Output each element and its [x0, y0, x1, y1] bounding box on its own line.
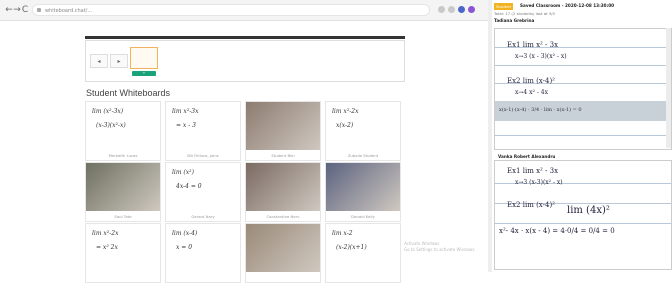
student-name-label: Constantine Nerv: [266, 214, 300, 219]
math-line: = x - 3: [176, 122, 196, 129]
student-card[interactable]: lim (x²-3x) (x-3)(x²-x) Meredith Lucas: [85, 101, 161, 161]
math-line: lim (x²-3x): [92, 108, 124, 115]
student-name-label: Zubalia Student: [347, 153, 379, 158]
activation-watermark: Activate Windows Go to Settings to activ…: [404, 241, 476, 253]
scrollbar[interactable]: [666, 28, 671, 148]
address-bar[interactable]: whiteboard.chat/...: [32, 4, 430, 16]
session-subtitle: Total: 17 (2 students) last at 3/0: [494, 11, 555, 16]
student-name-label: Donald Keily: [351, 214, 375, 219]
add-board-button[interactable]: +: [132, 71, 156, 76]
session-title: Saved Classroom - 2020-12-08 13:30:00: [520, 3, 615, 8]
math-line: lim (x-4): [172, 230, 198, 237]
pane-divider[interactable]: [488, 0, 492, 272]
student-name: Vanka Robert Alexandru: [498, 154, 556, 159]
extension-icon[interactable]: [448, 6, 455, 13]
board-preview: lim (x-4) x = 0: [166, 224, 240, 272]
student-card[interactable]: lim x²-2x = x² 2x: [85, 223, 161, 283]
math-line: x = 0: [176, 244, 193, 251]
board-thumbnail[interactable]: [130, 47, 158, 69]
student-card[interactable]: Constantine Nerv: [245, 162, 321, 222]
board-preview: lim x²-2x = x² 2x: [86, 224, 160, 272]
student-card[interactable]: lim x²-2x x(x-2) Zubalia Student: [325, 101, 401, 161]
board-preview: lim x-2 (x-2)(x+1): [326, 224, 400, 272]
student-card[interactable]: lim (x-4) x = 0: [165, 223, 241, 283]
profile-avatar[interactable]: [468, 6, 475, 13]
math-line: Ex1 lim x² - 3x: [507, 41, 559, 49]
reload-button[interactable]: C: [20, 4, 30, 16]
math-line: 4x-4 = 0: [176, 183, 202, 190]
student-board-1[interactable]: Ex1 lim x² - 3x x→3 (x - 3)(x² - x) Ex2 …: [494, 28, 672, 150]
math-line: lim x²-2x: [92, 230, 119, 237]
math-line: lim x-2: [332, 230, 353, 237]
math-line: x(x-2): [336, 122, 354, 129]
student-name-label: Bill Felluca, Joins: [187, 153, 219, 158]
student-name-label: Meredith Lucas: [108, 153, 138, 158]
extension-icon[interactable]: [438, 6, 445, 13]
math-line: Ex1 lim x² - 3x: [507, 167, 559, 175]
student-card[interactable]: [245, 223, 321, 283]
math-line: Ex2 lim (x-4)²: [507, 77, 555, 85]
board-photo: [246, 163, 320, 211]
math-line: (x-2)(x+1): [336, 244, 367, 251]
math-line: x(x-1)·(x-4) · 3/4 · lim · x(x-1) = 0: [499, 107, 582, 113]
math-line: x²- 4x · x(x - 4) = 4·0/4 = 0/4 = 0: [499, 227, 615, 235]
board-preview: lim x²-3x = x - 3: [166, 102, 240, 150]
session-header: Student Saved Classroom - 2020-12-08 13:…: [494, 0, 672, 26]
undo-button[interactable]: ◂: [90, 54, 108, 68]
math-line: lim x²-2x: [332, 108, 359, 115]
math-line: x→4 x² - 4x: [515, 89, 548, 96]
math-line: (x-3)(x²-x): [96, 122, 126, 129]
student-card[interactable]: lim x-2 (x-2)(x+1): [325, 223, 401, 283]
student-name: Tadiana Grebrina: [494, 18, 535, 23]
math-line: Ex2 lim (x-4)²: [507, 201, 555, 209]
student-card[interactable]: Saul Tate: [85, 162, 161, 222]
math-line: lim (x²): [172, 169, 194, 176]
classroom-pane: ← → C whiteboard.chat/... ◂ ▸ + Student …: [0, 0, 488, 283]
math-line: x→3 (x-3)(x² - x): [515, 179, 563, 186]
student-card[interactable]: Student Bkn: [245, 101, 321, 161]
board-preview: lim (x²) 4x-4 = 0: [166, 163, 240, 211]
status-badge: Student: [494, 3, 513, 10]
student-name-label: Saul Tate: [114, 214, 132, 219]
redo-button[interactable]: ▸: [110, 54, 128, 68]
math-line: lim x²-3x: [172, 108, 199, 115]
photo-strip: x(x-1)·(x-4) · 3/4 · lim · x(x-1) = 0: [495, 101, 671, 121]
whiteboard-top-bar: [85, 36, 405, 39]
student-name-label: Student Bkn: [271, 153, 295, 158]
board-photo: [246, 224, 320, 272]
board-preview: lim (x²-3x) (x-3)(x²-x): [86, 102, 160, 150]
browser-toolbar: ← → C whiteboard.chat/...: [0, 0, 488, 21]
teacher-whiteboard-panel: ◂ ▸ +: [85, 40, 405, 82]
lock-icon: [37, 8, 41, 12]
math-line: = x² 2x: [96, 244, 118, 251]
student-board-2[interactable]: Ex1 lim x² - 3x x→3 (x-3)(x² - x) Ex2 li…: [494, 160, 672, 270]
student-name-label: Gerard Nary: [191, 214, 215, 219]
student-card[interactable]: lim (x²) 4x-4 = 0 Gerard Nary: [165, 162, 241, 222]
board-preview: lim x²-2x x(x-2): [326, 102, 400, 150]
board-photo: [246, 102, 320, 150]
url-text: whiteboard.chat/...: [45, 8, 93, 14]
section-title: Student Whiteboards: [86, 88, 171, 98]
board-photo: [326, 163, 400, 211]
math-line: x→3 (x - 3)(x² - x): [515, 53, 567, 60]
watermark-line: Go to Settings to activate Windows.: [404, 247, 476, 252]
student-card[interactable]: lim x²-3x = x - 3 Bill Felluca, Joins: [165, 101, 241, 161]
math-line: lim (4x)²: [567, 205, 610, 216]
student-card[interactable]: Donald Keily: [325, 162, 401, 222]
extension-icon[interactable]: [458, 6, 465, 13]
board-photo: [86, 163, 160, 211]
